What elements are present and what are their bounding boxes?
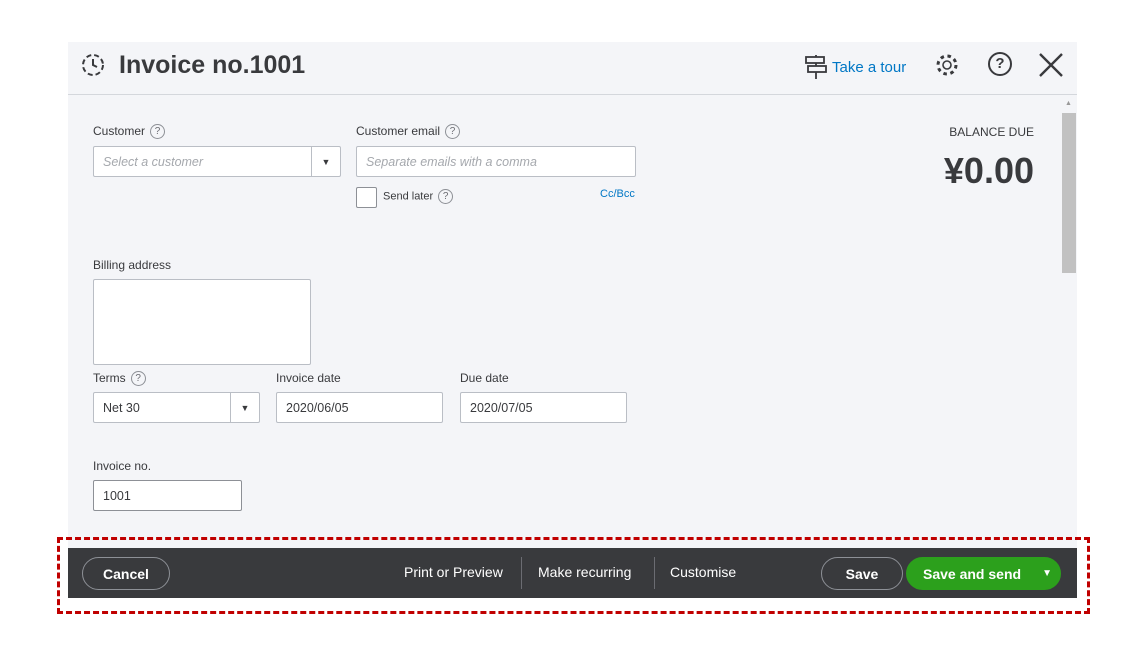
cc-bcc-link[interactable]: Cc/Bcc (600, 188, 635, 200)
scrollbar[interactable]: ▲ (1061, 95, 1077, 548)
help-icon[interactable]: ? (988, 52, 1012, 76)
balance-due-label: BALANCE DUE (949, 125, 1034, 139)
help-icon[interactable]: ? (130, 371, 146, 387)
customer-label: Customer? (93, 124, 166, 140)
scrollbar-thumb[interactable] (1062, 113, 1076, 273)
send-later-label: Send later? (383, 189, 454, 204)
page-title: Invoice no.1001 (119, 51, 306, 79)
take-a-tour-link[interactable]: Take a tour (804, 54, 906, 80)
help-icon[interactable]: ? (445, 124, 461, 140)
due-date-label: Due date (460, 371, 509, 385)
chevron-down-icon[interactable]: ▼ (230, 393, 259, 422)
invoice-date-label: Invoice date (276, 371, 341, 385)
invoice-panel: Invoice no.1001 Take a tour ? Customer? … (68, 42, 1077, 598)
help-icon[interactable]: ? (150, 124, 166, 140)
chevron-down-icon[interactable]: ▼ (311, 147, 340, 176)
billing-address-label: Billing address (93, 258, 172, 272)
invoice-no-label: Invoice no. (93, 459, 152, 473)
terms-value: Net 30 (103, 400, 140, 415)
highlight-box (57, 537, 1090, 614)
header: Invoice no.1001 Take a tour ? (68, 42, 1077, 95)
send-later-checkbox[interactable] (356, 187, 377, 208)
due-date-input[interactable]: 2020/07/05 (460, 392, 627, 423)
take-a-tour-label: Take a tour (832, 58, 907, 76)
invoice-date-input[interactable]: 2020/06/05 (276, 392, 443, 423)
invoice-no-input[interactable]: 1001 (93, 480, 242, 511)
email-placeholder: Separate emails with a comma (366, 154, 537, 169)
customer-select[interactable]: Select a customer ▼ (93, 146, 341, 177)
close-icon[interactable] (1038, 52, 1064, 78)
signpost-icon (805, 55, 827, 79)
customer-email-input[interactable]: Separate emails with a comma (356, 146, 636, 177)
scroll-up-arrow[interactable]: ▲ (1065, 100, 1072, 107)
balance-due-amount: ¥0.00 (943, 150, 1034, 191)
customer-placeholder: Select a customer (103, 154, 204, 169)
help-icon[interactable]: ? (438, 189, 454, 204)
gear-icon[interactable] (934, 52, 960, 78)
customer-email-label: Customer email? (356, 124, 461, 140)
terms-select[interactable]: Net 30 ▼ (93, 392, 260, 423)
terms-label: Terms? (93, 371, 146, 387)
billing-address-textarea[interactable] (93, 279, 311, 365)
recurring-clock-icon (82, 54, 104, 76)
